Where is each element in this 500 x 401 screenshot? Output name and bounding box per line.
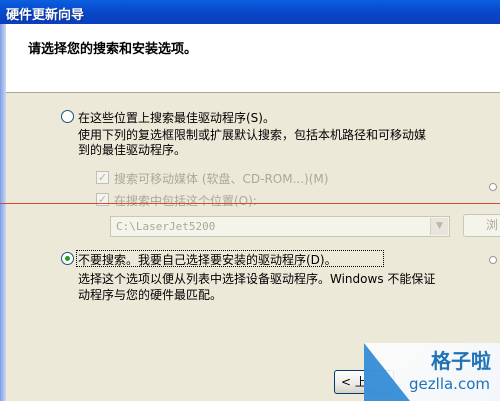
browse-button[interactable]: 浏	[463, 214, 500, 237]
window-title: 硬件更新向导	[6, 8, 85, 23]
manual-option-description-line2: 动程序与您的硬件最匹配。	[78, 288, 223, 302]
page-heading: 请选择您的搜索和安装选项。	[28, 42, 198, 57]
location-combobox[interactable]: C:\LaserJet5200 ▼	[110, 216, 450, 237]
radio-search-locations[interactable]	[61, 110, 74, 123]
annotation-red-line	[0, 203, 500, 204]
wizard-header: 请选择您的搜索和安装选项。	[0, 24, 500, 93]
watermark-logo-icon	[364, 343, 410, 401]
search-option-description-line1: 使用下列的复选框限制或扩展默认搜索，包括本机路径和可移动媒	[78, 128, 427, 142]
radio-dont-search-label[interactable]: 不要搜索。我要自己选择要安装的驱动程序(D)。	[78, 251, 337, 268]
radio-search-locations-label[interactable]: 在这些位置上搜索最佳驱动程序(S)。	[78, 109, 275, 126]
title-bar: 硬件更新向导	[0, 0, 500, 24]
watermark-domain: gezlla.com	[409, 375, 490, 393]
site-watermark: 格子啦 gezlla.com	[364, 343, 500, 401]
radio-dont-search[interactable]	[61, 252, 74, 265]
checkbox-removable-media[interactable]: ✓	[96, 171, 109, 184]
manual-option-description-line1: 选择这个选项以便从列表中选择设备驱动程序。Windows 不能保证	[78, 272, 436, 286]
checkbox-removable-media-label[interactable]: 搜索可移动媒体 (软盘、CD-ROM...)(M)	[114, 170, 328, 187]
resize-handle-icon	[489, 256, 497, 264]
watermark-title: 格子啦	[431, 349, 491, 373]
resize-handle-icon	[489, 183, 497, 191]
location-combobox-value: C:\LaserJet5200	[116, 220, 216, 233]
checkbox-include-location[interactable]: ✓	[96, 193, 109, 206]
search-option-description-line2: 到的最佳驱动程序。	[78, 143, 187, 157]
checkbox-include-location-label[interactable]: 在搜索中包括这个位置(O):	[114, 192, 257, 209]
window-left-edge	[0, 24, 6, 401]
chevron-down-icon[interactable]: ▼	[430, 218, 448, 235]
